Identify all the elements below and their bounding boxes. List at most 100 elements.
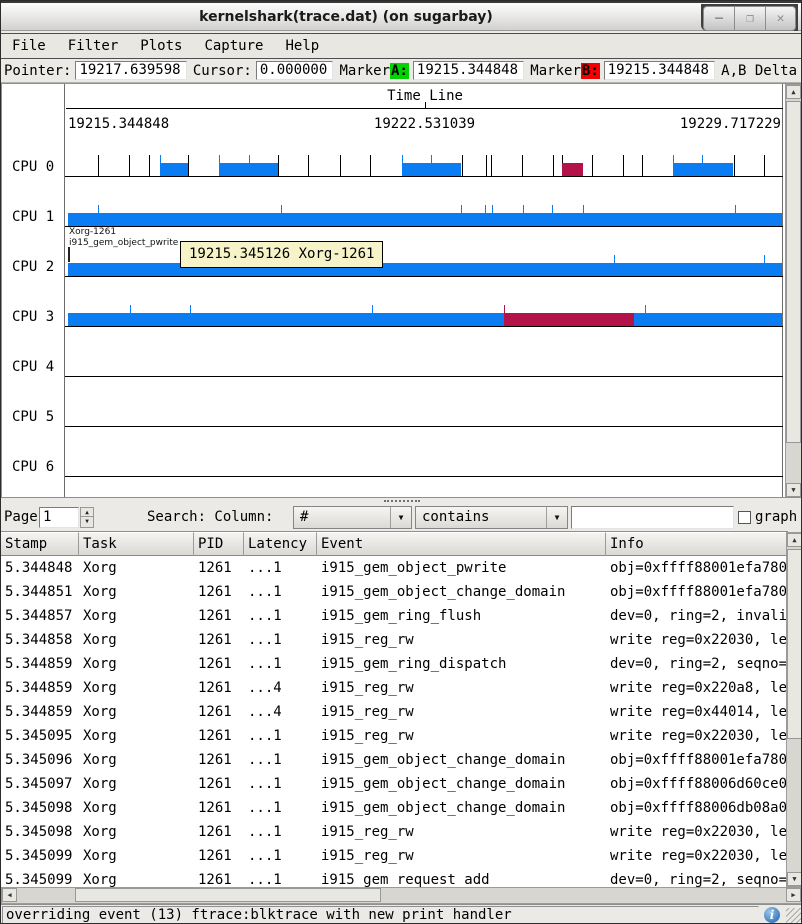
cell-pid: 1261: [194, 676, 244, 700]
chevron-down-icon[interactable]: ▼: [390, 507, 411, 528]
table-row[interactable]: 5.345096Xorg1261...1i915_gem_object_chan…: [1, 748, 788, 772]
cell-info: obj=0xffff88006d60ce0: [606, 772, 788, 796]
task-bar: [504, 313, 634, 326]
cpu-baseline-3: [65, 326, 783, 327]
maximize-button[interactable]: ❐: [734, 6, 765, 31]
cell-latency: ...4: [244, 676, 317, 700]
menu-capture[interactable]: Capture: [193, 34, 274, 58]
cpu-baseline-4: [65, 376, 783, 377]
column-header-task[interactable]: Task: [79, 532, 194, 556]
cell-info: write reg=0x22030, le: [606, 628, 788, 652]
table-row[interactable]: 5.344859Xorg1261...1i915_gem_ring_dispat…: [1, 652, 788, 676]
close-button[interactable]: ✕: [765, 6, 796, 31]
column-header-stamp[interactable]: Stamp: [1, 532, 79, 556]
pane-splitter[interactable]: [1, 498, 802, 505]
cpu-label-5: CPU 5: [12, 409, 54, 425]
cell-stamp: 5.344858: [1, 628, 79, 652]
table-vertical-scrollbar[interactable]: ▲ ▼: [786, 532, 802, 887]
page-spinner[interactable]: ▲ ▼: [80, 507, 94, 528]
operator-select[interactable]: contains ▼: [415, 506, 568, 529]
column-select[interactable]: # ▼: [293, 506, 412, 529]
table-row[interactable]: 5.344859Xorg1261...4i915_reg_rwwrite reg…: [1, 676, 788, 700]
table-horizontal-scrollbar[interactable]: ◀ ▶: [1, 887, 802, 904]
marker-a-badge[interactable]: A:: [390, 63, 409, 79]
scroll-right-icon[interactable]: ▶: [786, 888, 801, 902]
table-row[interactable]: 5.344859Xorg1261...4i915_reg_rwwrite reg…: [1, 700, 788, 724]
column-header-info[interactable]: Info: [606, 532, 788, 556]
marker-b-badge[interactable]: B:: [581, 63, 600, 79]
scroll-up-icon[interactable]: ▲: [786, 85, 801, 99]
table-scrollbar-thumb[interactable]: [787, 549, 802, 739]
info-icon[interactable]: i: [764, 907, 780, 923]
cell-stamp: 5.345095: [1, 724, 79, 748]
cell-task: Xorg: [79, 676, 194, 700]
task-bar: [68, 213, 782, 226]
menu-help[interactable]: Help: [274, 34, 330, 58]
cell-event: i915_reg_rw: [317, 820, 606, 844]
marker-b-value: 19215.344848: [604, 61, 715, 80]
cell-pid: 1261: [194, 628, 244, 652]
scroll-left-icon[interactable]: ◀: [2, 888, 17, 902]
plot-layer[interactable]: CPU 0CPU 1CPU 2CPU 3CPU 4CPU 5CPU 6: [2, 84, 783, 498]
spin-down-icon[interactable]: ▼: [81, 517, 93, 526]
title-bar[interactable]: kernelshark(trace.dat) (on sugarbay) – ❐…: [1, 1, 801, 31]
cell-latency: ...1: [244, 796, 317, 820]
cell-event: i915_gem_object_change_domain: [317, 580, 606, 604]
table-row[interactable]: 5.344857Xorg1261...1i915_gem_ring_flushd…: [1, 604, 788, 628]
table-row[interactable]: 5.345095Xorg1261...1i915_reg_rwwrite reg…: [1, 724, 788, 748]
minimize-button[interactable]: –: [703, 6, 734, 31]
window-controls: – ❐ ✕: [701, 4, 798, 31]
menu-plots[interactable]: Plots: [129, 34, 193, 58]
menu-filter[interactable]: Filter: [57, 34, 130, 58]
timeline-tooltip: 19215.345126 Xorg-1261: [180, 241, 383, 268]
table-row[interactable]: 5.345098Xorg1261...1i915_gem_object_chan…: [1, 796, 788, 820]
cpu-label-6: CPU 6: [12, 459, 54, 475]
table-row[interactable]: 5.345099Xorg1261...1i915_gem_request_add…: [1, 868, 788, 887]
table-row[interactable]: 5.344851Xorg1261...1i915_gem_object_chan…: [1, 580, 788, 604]
graph-scrollbar-thumb[interactable]: [786, 101, 801, 443]
table-row[interactable]: 5.345098Xorg1261...1i915_reg_rwwrite reg…: [1, 820, 788, 844]
hscrollbar-thumb[interactable]: [75, 888, 381, 902]
status-bar: overriding event (13) ftrace:blktrace wi…: [1, 904, 802, 924]
cell-pid: 1261: [194, 724, 244, 748]
task-bar: [68, 313, 782, 326]
event-tick: [734, 155, 735, 176]
cell-latency: ...1: [244, 556, 317, 580]
spin-up-icon[interactable]: ▲: [81, 508, 93, 517]
cell-task: Xorg: [79, 772, 194, 796]
graph-follows-checkbox[interactable]: [738, 511, 751, 524]
column-header-pid[interactable]: PID: [194, 532, 244, 556]
table-row[interactable]: 5.345097Xorg1261...1i915_gem_object_chan…: [1, 772, 788, 796]
pointer-label: Pointer:: [4, 63, 71, 79]
cell-pid: 1261: [194, 868, 244, 887]
menu-file[interactable]: File: [1, 34, 57, 58]
event-tick: [278, 155, 279, 176]
scroll-down-icon[interactable]: ▼: [787, 872, 802, 886]
scroll-down-icon[interactable]: ▼: [786, 483, 801, 497]
scroll-up-icon[interactable]: ▲: [787, 533, 802, 547]
table-row[interactable]: 5.344858Xorg1261...1i915_reg_rwwrite reg…: [1, 628, 788, 652]
chevron-down-icon[interactable]: ▼: [546, 507, 567, 528]
cell-latency: ...1: [244, 652, 317, 676]
cell-task: Xorg: [79, 556, 194, 580]
resize-grip-icon[interactable]: [786, 908, 802, 924]
column-header-event[interactable]: Event: [317, 532, 606, 556]
page-input[interactable]: 1: [39, 507, 79, 528]
cell-info: write reg=0x22030, le: [606, 844, 788, 868]
cell-latency: ...1: [244, 604, 317, 628]
cell-event: i915_gem_ring_flush: [317, 604, 606, 628]
column-header-latency[interactable]: Latency: [244, 532, 317, 556]
table-row[interactable]: 5.345099Xorg1261...1i915_reg_rwwrite reg…: [1, 844, 788, 868]
cell-task: Xorg: [79, 652, 194, 676]
table-row[interactable]: 5.344848Xorg1261...1i915_gem_object_pwri…: [1, 556, 788, 580]
cell-stamp: 5.345099: [1, 868, 79, 887]
timeline-graph-panel[interactable]: Time Line 19215.344848 19222.531039 1922…: [1, 83, 802, 498]
graph-follows-label: graph follows: [755, 509, 802, 525]
cell-latency: ...1: [244, 580, 317, 604]
event-tick: [623, 155, 624, 176]
cell-event: i915_reg_rw: [317, 700, 606, 724]
search-input[interactable]: [571, 506, 734, 529]
cell-task: Xorg: [79, 748, 194, 772]
cell-task: Xorg: [79, 604, 194, 628]
graph-vertical-scrollbar[interactable]: ▲ ▼: [785, 84, 802, 498]
